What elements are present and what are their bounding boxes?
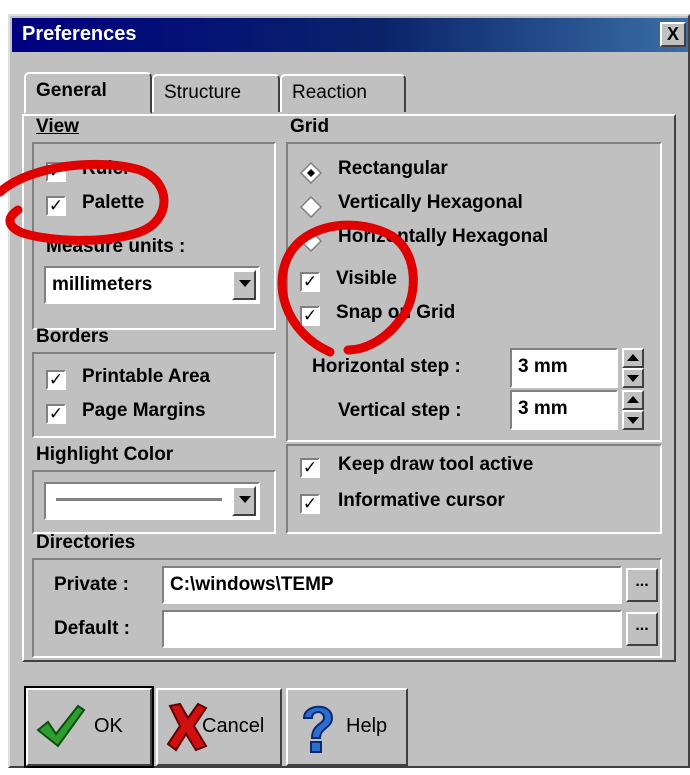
red-annotation-circles [0,159,418,357]
tab-general[interactable]: General [24,72,152,114]
